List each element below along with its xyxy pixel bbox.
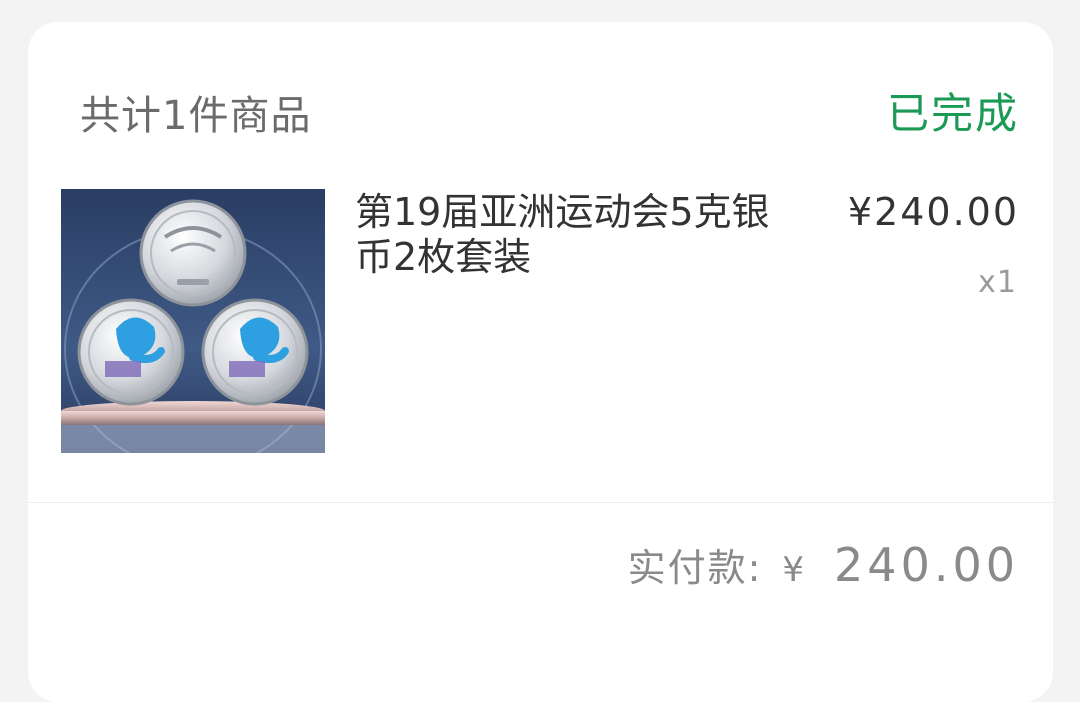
payment-amount: 240.00 bbox=[834, 538, 1019, 592]
product-price: ¥240.00 bbox=[847, 190, 1019, 234]
product-quantity: x1 bbox=[978, 265, 1017, 300]
silver-coin-set-image bbox=[61, 189, 325, 453]
item-count-summary: 共计1件商品 bbox=[80, 93, 312, 139]
order-status: 已完成 bbox=[886, 89, 1019, 138]
payment-total: 实付款: ¥ 240.00 bbox=[628, 537, 1019, 592]
divider bbox=[28, 502, 1053, 503]
product-title[interactable]: 第19届亚洲运动会5克银币2枚套装 bbox=[355, 190, 795, 280]
payment-label: 实付款: bbox=[627, 546, 763, 590]
order-card[interactable]: 共计1件商品 已完成 第19届亚洲运动会5克银币2枚套装 ¥240.00 x1 … bbox=[28, 22, 1053, 702]
product-image[interactable] bbox=[61, 189, 325, 453]
currency-symbol: ¥ bbox=[782, 550, 805, 590]
